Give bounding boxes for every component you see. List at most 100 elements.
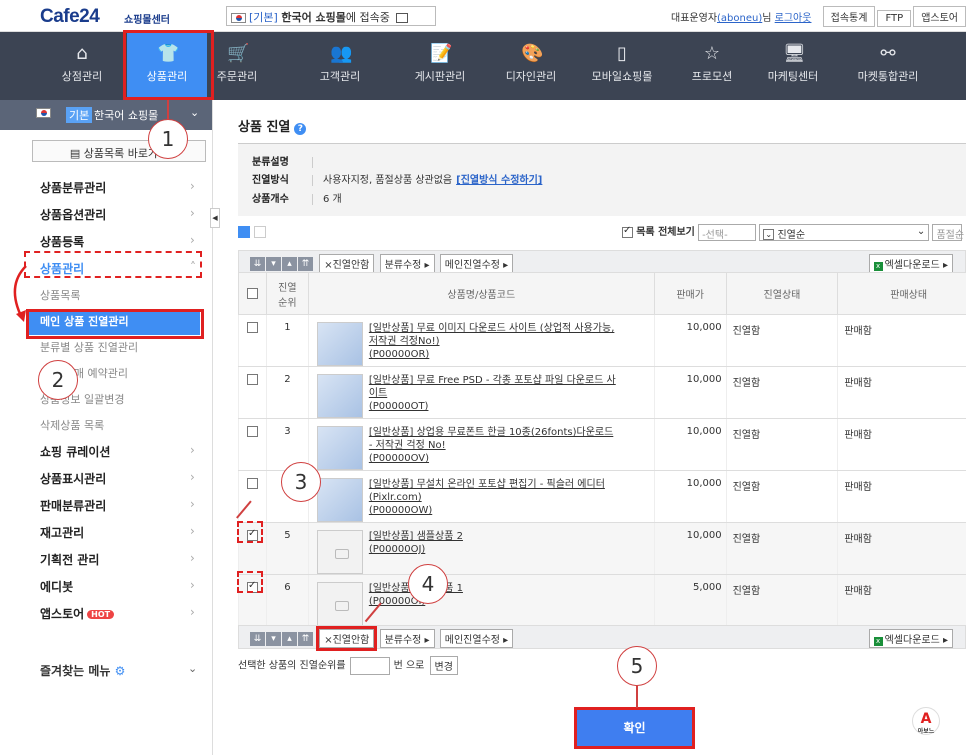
mobile-icon: ▯	[617, 43, 627, 64]
row-checkbox[interactable]	[246, 478, 258, 489]
users-icon: 👥	[330, 43, 353, 64]
sidebar-sub-sale-reservation[interactable]: 상품 판매 예약관리	[0, 361, 213, 387]
curved-arrow-icon	[13, 265, 27, 322]
row-checkbox[interactable]	[246, 426, 258, 437]
row-price: 5,000	[653, 574, 727, 627]
row-price: 10,000	[653, 470, 727, 523]
nav-mobile[interactable]: ▯ 모바일쇼핑몰	[582, 32, 662, 100]
column-price: 판매가	[653, 272, 727, 315]
main-content: 상품 진열? 분류설명 진열방식 사용자지정, 품절상품 상관없음 [진열방식 수정…	[224, 100, 966, 755]
nav-promotion[interactable]: ☆ 프로모션	[672, 32, 752, 100]
chevron-right-icon: ›	[190, 206, 195, 220]
product-name-link[interactable]: [일반상품] 상업용 무료폰트 한글 10종(26fonts)다운로드 - 저작…	[369, 427, 613, 451]
move-bottom-button[interactable]: ⇊	[250, 631, 265, 646]
rank-input[interactable]	[349, 656, 390, 675]
list-view-icon[interactable]	[253, 226, 266, 238]
favorites-menu[interactable]: 즐겨찾는 메뉴 ⚙	[40, 662, 125, 679]
unlist-button[interactable]: ×진열안함	[319, 254, 375, 273]
shop-connection-status[interactable]: [기본] 한국어 쇼핑몰에 접속중	[226, 6, 436, 26]
table-row[interactable]: 2 [일반상품] 무료 Free PSD - 각종 포토샵 파일 다운로드 사이트…	[238, 366, 966, 419]
sidebar-item-inventory[interactable]: 재고관리 ›	[0, 520, 213, 547]
product-name-link[interactable]: [일반상품] 무설치 온라인 포토샵 편집기 - 픽슬러 에디터(Pixlr.c…	[369, 479, 605, 503]
product-thumbnail[interactable]	[316, 374, 363, 418]
stats-button[interactable]: 접속통계	[822, 6, 876, 27]
confirm-button[interactable]: 확인	[574, 707, 695, 749]
product-thumbnail[interactable]	[316, 530, 363, 574]
excel-download-button[interactable]: x 엑셀다운로드 ▸	[868, 629, 953, 648]
category-edit-button[interactable]: 분류수정 ▸	[379, 254, 435, 273]
cart-icon: 🛒	[227, 43, 250, 64]
move-top-button[interactable]: ⇈	[298, 256, 313, 271]
cafe24-logo[interactable]: Cafe24	[40, 6, 100, 28]
main-display-edit-button[interactable]: 메인진열수정 ▸	[439, 629, 514, 648]
move-down-button[interactable]: ▾	[266, 631, 281, 646]
sort-select[interactable]: ⌄ 진열순 ⌄	[759, 223, 930, 241]
table-row[interactable]: 5 [일반상품] 샘플상품 2 (P00000OJ) 10,000진열함판매함	[238, 522, 966, 575]
help-icon[interactable]: ?	[294, 123, 307, 135]
product-thumbnail[interactable]	[316, 322, 363, 366]
main-display-edit-button[interactable]: 메인진열수정 ▸	[439, 254, 514, 273]
ftp-button[interactable]: FTP	[877, 10, 912, 27]
display-info-panel: 분류설명 진열방식 사용자지정, 품절상품 상관없음 [진열방식 수정하기] 상품개…	[238, 143, 966, 216]
sort-select-2[interactable]: 품절순	[932, 223, 964, 241]
product-thumbnail[interactable]	[316, 478, 363, 522]
nav-board[interactable]: 📝 게시판관리	[400, 32, 480, 100]
sidebar-item-curation[interactable]: 쇼핑 큐레이션 ›	[0, 439, 213, 466]
aboneu-logo: A 아보느	[912, 707, 940, 735]
appstore-button[interactable]: 앱스토어	[913, 6, 966, 27]
sidebar-item-editbot[interactable]: 에디봇 ›	[0, 574, 213, 601]
nav-store[interactable]: ⌂ 상점관리	[42, 32, 122, 100]
move-down-button[interactable]: ▾	[266, 256, 281, 271]
nav-customers[interactable]: 👥 고객관리	[300, 32, 380, 100]
sidebar-item-display-settings[interactable]: 상품표시관리 ›	[0, 466, 213, 493]
admin-id-link[interactable]: (aboneu)	[717, 13, 762, 24]
sidebar-collapse-button[interactable]: ◀	[210, 208, 220, 228]
product-thumbnail[interactable]	[316, 582, 363, 626]
nav-marketing[interactable]: 🖥 마케팅센터	[753, 32, 833, 100]
row-sale-status: 판매함	[837, 574, 966, 627]
grid-view-icon[interactable]	[238, 226, 250, 238]
move-up-button[interactable]: ▴	[282, 631, 297, 646]
category-edit-button[interactable]: 분류수정 ▸	[379, 629, 435, 648]
network-icon: ⚯	[880, 43, 896, 64]
product-thumbnail[interactable]	[316, 426, 363, 470]
nav-market-integration[interactable]: ⚯ 마켓통합관리	[848, 32, 928, 100]
move-up-button[interactable]: ▴	[282, 256, 297, 271]
monitor-icon[interactable]	[395, 13, 408, 23]
step-marker-4: 4	[408, 564, 448, 604]
table-row[interactable]: 1 [일반상품] 무료 이미지 다운로드 사이트 (상업적 사용가능,저작권 걱정…	[238, 314, 966, 367]
table-row[interactable]: 4[일반상품] 무설치 온라인 포토샵 편집기 - 픽슬러 에디터(Pixlr.…	[238, 470, 966, 523]
edit-display-method-link[interactable]: [진열방식 수정하기]	[456, 175, 542, 186]
excel-download-button[interactable]: x 엑셀다운로드 ▸	[868, 254, 953, 273]
list-all-checkbox[interactable]	[622, 225, 633, 238]
sidebar-item-sales-category[interactable]: 판매분류관리 ›	[0, 493, 213, 520]
excel-icon: x	[873, 637, 883, 646]
rank-change-button[interactable]: 변경	[429, 656, 458, 675]
sidebar-item-appstore[interactable]: 앱스토어 HOT ›	[0, 601, 213, 628]
filter-select[interactable]: -선택-	[698, 223, 757, 241]
table-header: 진열 순위 상품명/상품코드 판매가 진열상태 판매상태	[238, 272, 966, 315]
sidebar-item-category[interactable]: 상품분류관리 ›	[0, 175, 213, 202]
move-bottom-button[interactable]: ⇊	[250, 256, 265, 271]
product-name-link[interactable]: [일반상품] 샘플상품 2	[369, 531, 463, 542]
nav-design[interactable]: 🎨 디자인관리	[491, 32, 571, 100]
unlist-button-bottom[interactable]: ×진열안함	[316, 626, 378, 651]
logout-link[interactable]: 로그아웃	[775, 13, 812, 24]
sidebar-item-exhibition[interactable]: 기획전 관리 ›	[0, 547, 213, 574]
select-all-checkbox[interactable]	[246, 287, 258, 299]
view-toggle	[238, 225, 266, 238]
row-checkbox[interactable]	[246, 322, 258, 333]
product-name-link[interactable]: [일반상품] 무료 이미지 다운로드 사이트 (상업적 사용가능,저작권 걱정N…	[369, 323, 615, 347]
move-top-button[interactable]: ⇈	[298, 631, 313, 646]
sidebar-sub-bulk-change[interactable]: 상품정보 일괄변경	[0, 387, 213, 413]
table-row[interactable]: 3 [일반상품] 상업용 무료폰트 한글 10종(26fonts)다운로드 - 저…	[238, 418, 966, 471]
table-row[interactable]: 6[일반상품] 샘플상품 1(P00000OI)5,000진열함판매함	[238, 574, 966, 627]
list-options: 목록 전체보기 -선택- ⌄ 진열순⌄ 품절순	[622, 223, 964, 241]
row-sale-status: 판매함	[837, 470, 966, 523]
sidebar-item-options[interactable]: 상품옵션관리 ›	[0, 202, 213, 229]
sidebar-sub-deleted[interactable]: 삭제상품 목록	[0, 413, 213, 439]
product-name-link[interactable]: [일반상품] 무료 Free PSD - 각종 포토샵 파일 다운로드 사이트	[369, 375, 616, 399]
row-checkbox[interactable]	[246, 374, 258, 385]
chevron-down-icon[interactable]: ⌄	[188, 662, 197, 675]
step-marker-1: 1	[148, 119, 188, 159]
